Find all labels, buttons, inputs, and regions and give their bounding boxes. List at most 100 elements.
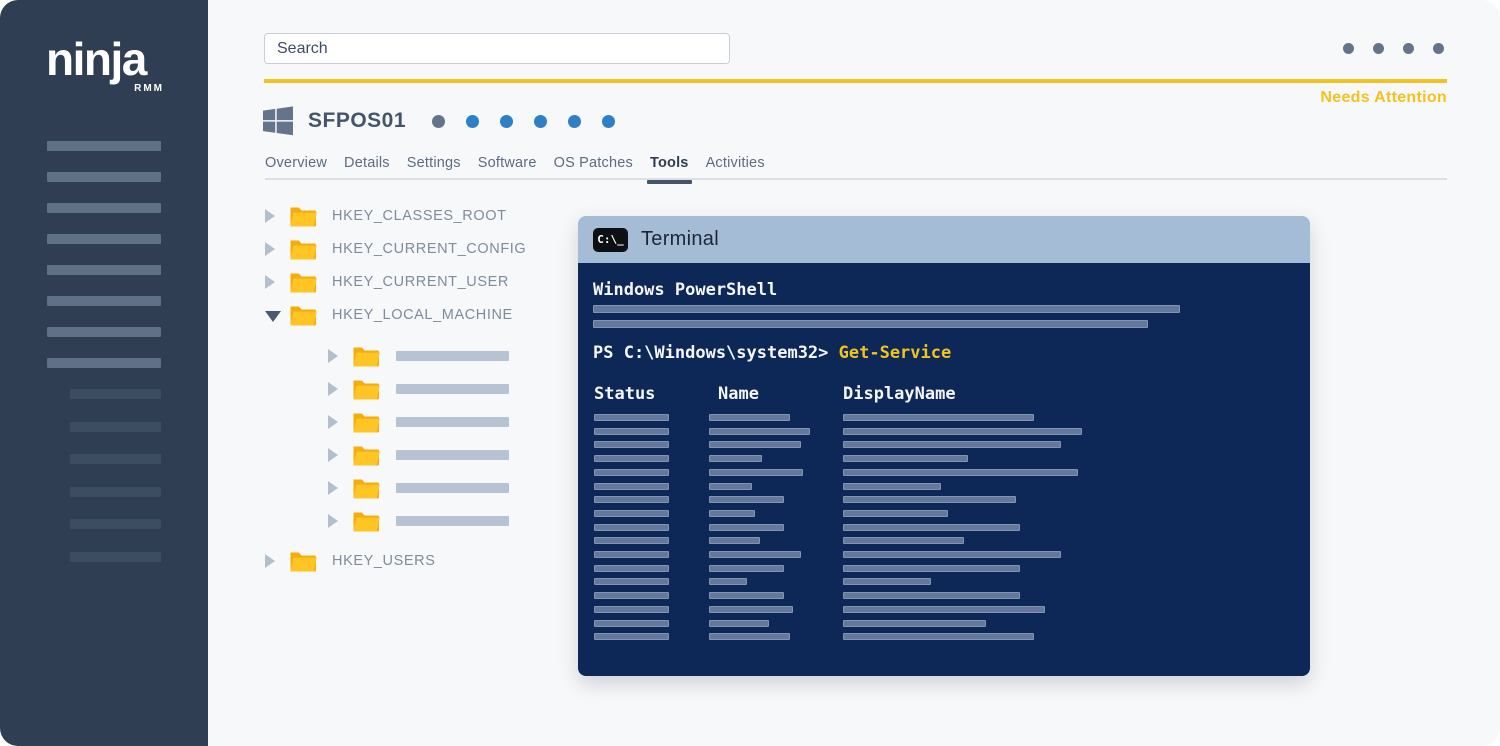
displayname-value-placeholder xyxy=(843,578,931,585)
tree-item-placeholder[interactable] xyxy=(328,406,509,438)
prompt-line: PS C:\Windows\system32> Get-Service xyxy=(593,343,951,363)
tree-item-placeholder[interactable] xyxy=(328,340,509,372)
displayname-value-placeholder xyxy=(843,496,1016,503)
sidebar-subnav-item-placeholder xyxy=(70,487,161,497)
displayname-value-placeholder xyxy=(843,441,1061,448)
chevron-right-icon[interactable] xyxy=(328,415,342,429)
folder-icon xyxy=(352,377,380,401)
terminal-output[interactable]: Windows PowerShell PS C:\Windows\system3… xyxy=(578,263,1310,676)
sidebar: ninja RMM xyxy=(0,0,208,746)
chevron-right-icon[interactable] xyxy=(265,209,279,223)
device-header: SFPOS01 xyxy=(263,106,615,136)
tree-item-label: HKEY_CLASSES_ROOT xyxy=(332,208,507,224)
displayname-value-placeholder xyxy=(843,414,1034,421)
status-value-placeholder xyxy=(594,537,669,544)
tree-item-placeholder[interactable] xyxy=(328,373,509,405)
displayname-value-placeholder xyxy=(843,592,1020,599)
displayname-value-placeholder xyxy=(843,510,948,517)
tree-item-label: HKEY_USERS xyxy=(332,553,436,569)
tree-item-label-placeholder xyxy=(396,351,509,361)
status-value-placeholder xyxy=(594,578,669,585)
chevron-right-icon[interactable] xyxy=(328,448,342,462)
chevron-right-icon[interactable] xyxy=(328,514,342,528)
name-value-placeholder xyxy=(709,620,769,627)
prompt-path: PS C:\Windows\system32> xyxy=(593,343,839,363)
terminal-title: Terminal xyxy=(641,228,719,251)
command-prompt-icon: C:\_ xyxy=(593,228,628,252)
terminal-banner-line-placeholder xyxy=(593,305,1180,313)
displayname-value-placeholder xyxy=(843,565,1020,572)
chevron-right-icon[interactable] xyxy=(328,481,342,495)
tree-item-hkey_current_user[interactable]: HKEY_CURRENT_USER xyxy=(265,266,509,298)
status-value-placeholder xyxy=(594,469,669,476)
device-status-dot xyxy=(466,115,479,128)
device-status-dot xyxy=(534,115,547,128)
folder-icon xyxy=(352,410,380,434)
menu-dot[interactable] xyxy=(1373,43,1384,54)
status-value-placeholder xyxy=(594,414,669,421)
name-value-placeholder xyxy=(709,469,803,476)
status-value-placeholder xyxy=(594,441,669,448)
name-value-placeholder xyxy=(709,441,801,448)
logo-wordmark: ninja xyxy=(46,36,164,82)
folder-icon xyxy=(352,344,380,368)
menu-dot[interactable] xyxy=(1433,43,1444,54)
name-value-placeholder xyxy=(709,524,784,531)
displayname-value-placeholder xyxy=(843,606,1045,613)
folder-icon xyxy=(289,237,317,261)
folder-icon xyxy=(289,204,317,228)
tree-item-label-placeholder xyxy=(396,516,509,526)
tree-item-hkey_current_config[interactable]: HKEY_CURRENT_CONFIG xyxy=(265,233,526,265)
tree-item-placeholder[interactable] xyxy=(328,505,509,537)
sidebar-subnav-item-placeholder xyxy=(70,552,161,562)
displayname-value-placeholder xyxy=(843,551,1061,558)
status-value-placeholder xyxy=(594,633,669,640)
tree-item-label-placeholder xyxy=(396,483,509,493)
folder-icon xyxy=(352,509,380,533)
displayname-value-placeholder xyxy=(843,633,1034,640)
sidebar-nav-item-placeholder xyxy=(47,234,161,244)
chevron-right-icon[interactable] xyxy=(328,349,342,363)
name-value-placeholder xyxy=(709,592,784,599)
chevron-right-icon[interactable] xyxy=(265,242,279,256)
folder-icon xyxy=(352,443,380,467)
status-value-placeholder xyxy=(594,510,669,517)
app-window: ninja RMM Needs Attention SFPOS01 Overvi… xyxy=(0,0,1500,746)
folder-icon xyxy=(352,476,380,500)
tree-item-hkey_local_machine[interactable]: HKEY_LOCAL_MACHINE xyxy=(265,299,513,331)
menu-dot[interactable] xyxy=(1403,43,1414,54)
displayname-value-placeholder xyxy=(843,469,1078,476)
folder-icon xyxy=(289,303,317,327)
sidebar-subnav-item-placeholder xyxy=(70,389,161,399)
sidebar-nav-item-placeholder xyxy=(47,358,161,368)
chevron-right-icon[interactable] xyxy=(328,382,342,396)
tabs-divider xyxy=(265,178,1447,180)
chevron-right-icon[interactable] xyxy=(265,275,279,289)
tree-item-hkey_classes_root[interactable]: HKEY_CLASSES_ROOT xyxy=(265,200,507,232)
header-menu-dots[interactable] xyxy=(1343,43,1444,54)
column-header-status: Status xyxy=(594,384,655,404)
status-value-placeholder xyxy=(594,524,669,531)
chevron-right-icon[interactable] xyxy=(265,554,279,568)
tree-item-hkey_users[interactable]: HKEY_USERS xyxy=(265,545,436,577)
menu-dot[interactable] xyxy=(1343,43,1354,54)
displayname-value-placeholder xyxy=(843,537,964,544)
tree-item-placeholder[interactable] xyxy=(328,472,509,504)
sidebar-subnav-item-placeholder xyxy=(70,454,161,464)
sidebar-nav-item-placeholder xyxy=(47,265,161,275)
tree-item-placeholder[interactable] xyxy=(328,439,509,471)
displayname-value-placeholder xyxy=(843,620,986,627)
chevron-down-icon[interactable] xyxy=(265,309,279,322)
name-value-placeholder xyxy=(709,537,760,544)
accent-divider xyxy=(264,79,1447,83)
sidebar-nav-item-placeholder xyxy=(47,172,161,182)
name-value-placeholder xyxy=(709,414,790,421)
displayname-value-placeholder xyxy=(843,483,941,490)
device-status-dot xyxy=(500,115,513,128)
sidebar-subnav-item-placeholder xyxy=(70,422,161,432)
terminal-titlebar: C:\_ Terminal xyxy=(578,216,1310,263)
name-value-placeholder xyxy=(709,428,810,435)
terminal-banner-line-placeholder xyxy=(593,320,1148,328)
tree-item-label-placeholder xyxy=(396,417,509,427)
search-input[interactable] xyxy=(264,33,730,64)
